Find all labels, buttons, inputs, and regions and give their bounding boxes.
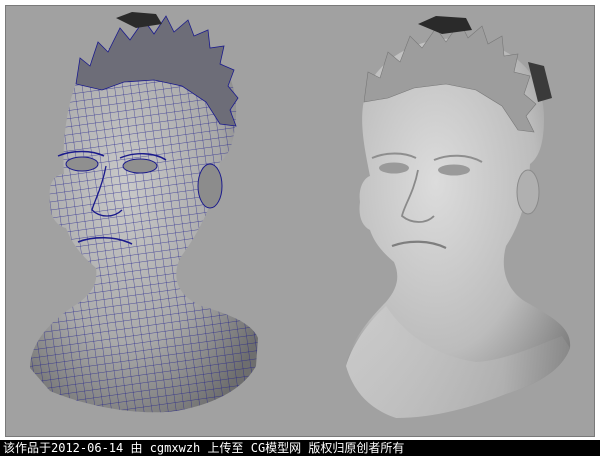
shaded-right-eye <box>438 164 470 176</box>
image-frame: 该作品于2012-06-14 由 cgmxwzh 上传至 CG模型网 版权归原创… <box>0 0 600 456</box>
watermark-caption-text: 该作品于2012-06-14 由 cgmxwzh 上传至 CG模型网 版权归原创… <box>3 441 405 455</box>
wireframe-right-eye <box>122 158 158 174</box>
3d-viewport[interactable] <box>5 5 595 437</box>
wireframe-left-eye <box>65 156 99 172</box>
shaded-head-model[interactable] <box>346 16 571 419</box>
watermark-caption-bar: 该作品于2012-06-14 由 cgmxwzh 上传至 CG模型网 版权归原创… <box>0 440 600 456</box>
hair-tuft <box>116 12 162 28</box>
shaded-ear <box>516 169 540 215</box>
wireframe-head-model[interactable] <box>6 6 296 436</box>
shaded-left-eye <box>379 162 409 174</box>
wireframe-ear <box>197 163 223 209</box>
